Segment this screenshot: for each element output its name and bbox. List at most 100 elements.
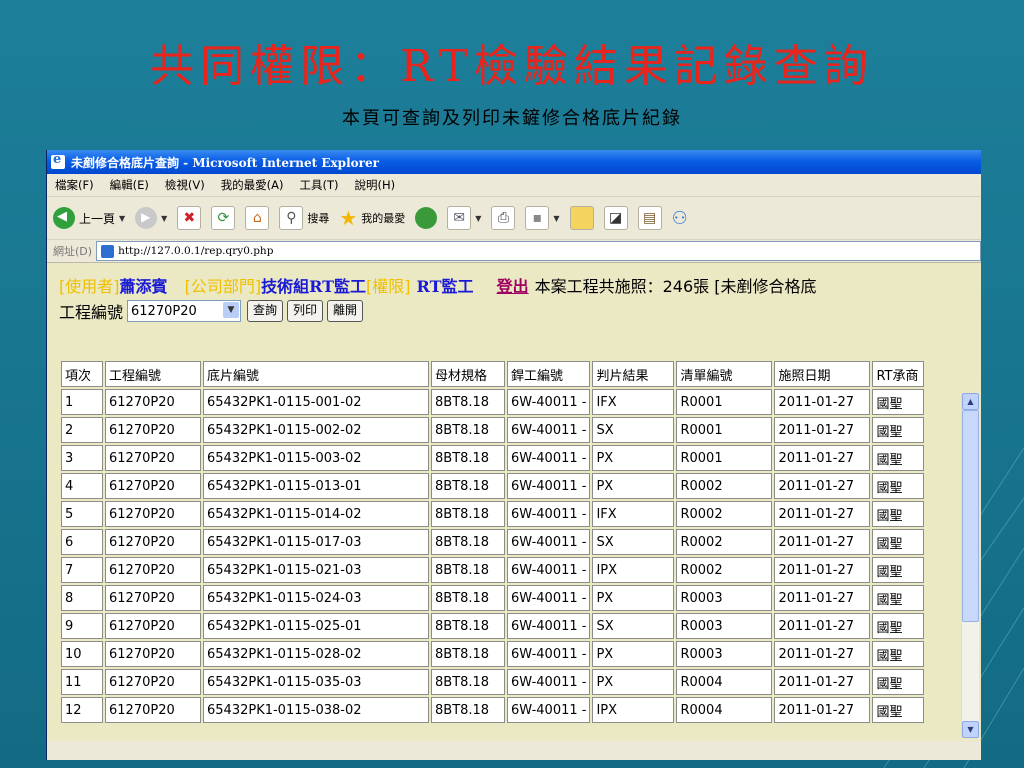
mail-icon[interactable]: ✉ [447,206,472,230]
table-cell: SX [592,417,675,443]
back-button[interactable]: 上一頁 ▼ [53,207,125,229]
table-cell: 國聖 [872,445,925,471]
table-scrollbar[interactable]: ▲ ▼ [961,393,979,738]
menu-file[interactable]: 檔案(F) [55,177,94,193]
table-cell: 8BT8.18 [431,529,505,555]
table-cell: R0004 [676,669,773,695]
table-row[interactable]: 12 61270P20 65432PK1-0115-038-02 8BT8.18 6W-… [61,697,925,723]
favorites-button[interactable]: ★ 我的最愛 [339,206,405,230]
research-icon[interactable]: ▤ [637,206,662,230]
forward-button[interactable]: ▼ [135,207,167,229]
table-cell: PX [592,585,675,611]
perm-name: RT監工 [416,277,474,296]
menu-help[interactable]: 說明(H) [355,177,396,193]
address-input[interactable]: http://127.0.0.1/rep.qry0.php [96,241,981,261]
table-cell: 國聖 [872,669,925,695]
table-cell: 國聖 [872,585,925,611]
table-cell: 國聖 [872,697,925,723]
user-info-line: [使用者]蕭添賓 [公司部門]技術組RT監工[權限] RT監工 登出 本案工程共施照… [59,273,816,297]
home-icon[interactable]: ⌂ [245,206,270,230]
table-cell: 6W-40011 - [507,389,591,415]
forward-dropdown-icon[interactable]: ▼ [161,214,167,223]
table-cell: 6W-40011 - [507,557,591,583]
menu-view[interactable]: 檢視(V) [165,177,205,193]
table-cell: R0003 [676,641,773,667]
table-cell: 國聖 [872,641,925,667]
table-cell: 6W-40011 - [507,445,591,471]
header-cell: 項次 [61,361,103,387]
table-row[interactable]: 4 61270P20 65432PK1-0115-013-01 8BT8.18 6W-4… [61,473,925,499]
contacts-icon[interactable]: ⚇ [672,208,688,229]
project-label: 工程編號 [59,303,124,322]
table-cell: 2011-01-27 [774,585,871,611]
table-cell: R0001 [676,445,773,471]
menu-tools[interactable]: 工具(T) [300,177,339,193]
search-icon: ⚲ [279,206,304,230]
table-cell: 61270P20 [105,557,201,583]
header-cell: 判片結果 [592,361,675,387]
table-cell: 61270P20 [105,473,201,499]
favorites-label: 我的最愛 [361,212,406,225]
query-button[interactable]: 查詢 [247,300,284,322]
table-row[interactable]: 2 61270P20 65432PK1-0115-002-02 8BT8.18 6W-4… [61,417,925,443]
print-icon[interactable]: ⎙ [491,206,516,230]
history-icon[interactable] [415,207,438,229]
forward-arrow-icon [135,207,158,229]
table-cell: PX [592,641,675,667]
edit-icon[interactable]: ▪ [525,206,550,230]
table-row[interactable]: 10 61270P20 65432PK1-0115-028-02 8BT8.18 6W-… [61,641,925,667]
browser-toolbar: 上一頁 ▼ ▼ ✖ ⟳ ⌂ ⚲ 搜尋 ★ 我的最愛 ✉▼ ⎙ ▪▼ ◪ ▤ ⚇ [47,197,981,240]
slide-title: 共同權限：RT檢驗結果記錄查詢 [150,41,874,92]
table-cell: 6W-40011 - [507,697,591,723]
table-row[interactable]: 5 61270P20 65432PK1-0115-014-02 8BT8.18 6W-4… [61,501,925,527]
perm-label: [權限] [366,277,411,296]
table-cell: R0004 [676,697,773,723]
table-row[interactable]: 11 61270P20 65432PK1-0115-035-03 8BT8.18 6W-… [61,669,925,695]
table-cell: 61270P20 [105,445,201,471]
table-row[interactable]: 6 61270P20 65432PK1-0115-017-03 8BT8.18 6W-4… [61,529,925,555]
address-label: 網址(D) [53,245,93,258]
scroll-up-icon[interactable]: ▲ [962,393,979,410]
logout-link[interactable]: 登出 [497,277,529,296]
chevron-down-icon[interactable]: ▼ [223,302,240,318]
page-icon [101,244,115,258]
table-row[interactable]: 9 61270P20 65432PK1-0115-025-01 8BT8.18 6W-4… [61,613,925,639]
table-cell: 65432PK1-0115-035-03 [203,669,429,695]
table-row[interactable]: 8 61270P20 65432PK1-0115-024-03 8BT8.18 6W-4… [61,585,925,611]
search-button[interactable]: ⚲ 搜尋 [279,206,329,230]
table-row[interactable]: 1 61270P20 65432PK1-0115-001-02 8BT8.18 6W-4… [61,389,925,415]
scroll-down-icon[interactable]: ▼ [962,721,979,738]
table-cell: 4 [61,473,103,499]
folder-icon[interactable] [569,206,594,230]
edit-dropdown-icon[interactable]: ▼ [553,214,559,223]
table-body: 1 61270P20 65432PK1-0115-001-02 8BT8.18 6W-4… [61,389,925,723]
messenger-icon[interactable]: ◪ [603,206,628,230]
leave-button[interactable]: 離開 [327,300,364,322]
table-cell: 6W-40011 - [507,613,591,639]
table-cell: 65432PK1-0115-025-01 [203,613,429,639]
table-cell: SX [592,529,675,555]
refresh-icon[interactable]: ⟳ [211,206,236,230]
back-label: 上一頁 [79,211,116,226]
table-cell: 6W-40011 - [507,529,591,555]
table-cell: 8BT8.18 [431,389,505,415]
table-cell: PX [592,473,675,499]
table-cell: 6W-40011 - [507,585,591,611]
print-button[interactable]: 列印 [287,300,324,322]
table-cell: 6 [61,529,103,555]
stop-icon[interactable]: ✖ [177,206,202,230]
scroll-thumb[interactable] [962,410,979,622]
menu-favorites[interactable]: 我的最愛(A) [221,177,284,193]
table-row[interactable]: 3 61270P20 65432PK1-0115-003-02 8BT8.18 6W-4… [61,445,925,471]
table-row[interactable]: 7 61270P20 65432PK1-0115-021-03 8BT8.18 6W-4… [61,557,925,583]
table-cell: R0002 [676,529,773,555]
table-cell: 61270P20 [105,417,201,443]
back-dropdown-icon[interactable]: ▼ [119,214,125,223]
project-select[interactable]: 61270P20 ▼ [127,300,242,322]
header-cell: 工程編號 [105,361,201,387]
menu-edit[interactable]: 編輯(E) [110,177,149,193]
mail-dropdown-icon[interactable]: ▼ [475,214,481,223]
table-cell: 6W-40011 - [507,641,591,667]
table-cell: 65432PK1-0115-014-02 [203,501,429,527]
ie-icon [51,152,65,169]
